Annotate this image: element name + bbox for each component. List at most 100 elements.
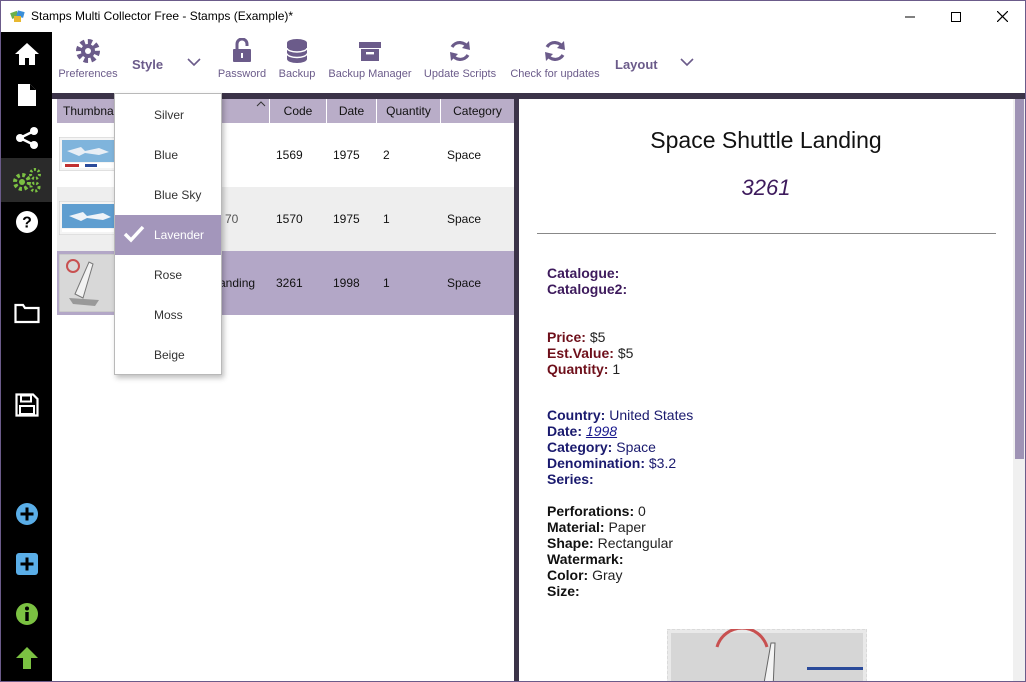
country-value: United States bbox=[609, 407, 694, 423]
series-field: Series: bbox=[547, 471, 594, 487]
style-option-lavender[interactable]: Lavender bbox=[115, 215, 221, 255]
shape-label: Shape: bbox=[547, 535, 594, 551]
style-option-blue[interactable]: Blue bbox=[115, 135, 221, 175]
cell-category: Space bbox=[447, 276, 482, 290]
cell-code: 1569 bbox=[276, 148, 303, 162]
archive-box-icon bbox=[359, 42, 381, 61]
detail-title: Space Shuttle Landing bbox=[650, 127, 882, 153]
new-document-button[interactable] bbox=[1, 73, 52, 117]
share-button[interactable] bbox=[1, 116, 52, 160]
stamp-thumbnail bbox=[59, 201, 117, 235]
category-value: Space bbox=[616, 439, 656, 455]
cell-date: 1998 bbox=[333, 276, 360, 290]
cell-quantity: 1 bbox=[383, 212, 390, 226]
maximize-button[interactable] bbox=[933, 1, 979, 32]
perforations-label: Perforations: bbox=[547, 503, 635, 519]
save-button[interactable] bbox=[1, 383, 52, 427]
unlock-icon bbox=[233, 38, 251, 62]
style-option-beige[interactable]: Beige bbox=[115, 335, 221, 375]
move-up-button[interactable] bbox=[1, 636, 52, 680]
column-header-date[interactable]: Date bbox=[327, 99, 377, 123]
refresh-icon bbox=[450, 41, 470, 61]
style-option-blue-sky[interactable]: Blue Sky bbox=[115, 175, 221, 215]
material-value: Paper bbox=[608, 519, 646, 535]
scrollbar-thumb[interactable] bbox=[1015, 99, 1024, 459]
chevron-down-icon[interactable] bbox=[187, 57, 201, 67]
category-label: Category: bbox=[547, 439, 613, 455]
column-header-quantity[interactable]: Quantity bbox=[377, 99, 441, 123]
column-header-category[interactable]: Category bbox=[441, 99, 514, 123]
est-value-value: $5 bbox=[617, 345, 634, 361]
style-dropdown[interactable]: Style bbox=[132, 57, 163, 72]
toolbar: Preferences Style Password Backup Backup… bbox=[52, 32, 1025, 93]
detail-scrollbar[interactable] bbox=[1013, 99, 1025, 681]
maximize-icon bbox=[951, 11, 961, 22]
size-label: Size: bbox=[547, 583, 580, 599]
quantity-label: Quantity: bbox=[547, 361, 609, 377]
backup-manager-button[interactable]: Backup Manager bbox=[328, 36, 412, 86]
add-square-icon bbox=[15, 553, 38, 575]
cell-date: 1975 bbox=[333, 148, 360, 162]
style-menu: Silver Blue Blue Sky Lavender Rose Moss … bbox=[114, 93, 222, 375]
password-button[interactable]: Password bbox=[216, 36, 268, 86]
style-option-silver[interactable]: Silver bbox=[115, 95, 221, 135]
update-scripts-button[interactable]: Update Scripts bbox=[422, 36, 498, 86]
update-scripts-label: Update Scripts bbox=[423, 68, 497, 80]
preferences-label: Preferences bbox=[58, 68, 118, 80]
catalogue-label: Catalogue: bbox=[547, 265, 620, 281]
style-option-rose[interactable]: Rose bbox=[115, 255, 221, 295]
detail-panel: Space Shuttle Landing 3261 Catalogue: Ca… bbox=[519, 99, 1013, 681]
save-icon bbox=[14, 393, 39, 417]
detail-divider bbox=[537, 233, 996, 234]
settings-button[interactable] bbox=[1, 158, 52, 202]
color-value: Gray bbox=[592, 567, 623, 583]
folder-icon bbox=[13, 303, 40, 324]
cell-code: 1570 bbox=[276, 212, 303, 226]
home-button[interactable] bbox=[1, 32, 52, 76]
sort-ascending-icon bbox=[256, 101, 266, 107]
gear-icon bbox=[76, 39, 100, 63]
layout-dropdown[interactable]: Layout bbox=[615, 57, 658, 72]
add-collection-button[interactable] bbox=[1, 542, 52, 586]
check-updates-button[interactable]: Check for updates bbox=[508, 36, 602, 86]
shape-value: Rectangular bbox=[597, 535, 674, 551]
perforations-field: Perforations: 0 bbox=[547, 503, 646, 519]
minimize-button[interactable] bbox=[887, 1, 933, 32]
date-link[interactable]: 1998 bbox=[586, 423, 617, 439]
watermark-label: Watermark: bbox=[547, 551, 624, 567]
detail-code: 3261 bbox=[741, 175, 791, 200]
open-folder-button[interactable] bbox=[1, 291, 52, 335]
info-button[interactable] bbox=[1, 592, 52, 636]
add-item-button[interactable] bbox=[1, 492, 52, 536]
date-field: Date: 1998 bbox=[547, 423, 617, 439]
watermark-field: Watermark: bbox=[547, 551, 624, 567]
quantity-value: 1 bbox=[612, 361, 621, 377]
material-field: Material: Paper bbox=[547, 519, 646, 535]
style-option-label: Lavender bbox=[154, 228, 205, 242]
chevron-down-icon[interactable] bbox=[680, 57, 694, 67]
color-field: Color: Gray bbox=[547, 567, 622, 583]
app-logo-icon bbox=[10, 10, 25, 22]
denomination-value: $3.2 bbox=[648, 455, 677, 471]
preferences-button[interactable]: Preferences bbox=[58, 36, 118, 86]
cell-quantity: 1 bbox=[383, 276, 390, 290]
cell-category: Space bbox=[447, 212, 482, 226]
app-window: Stamps Multi Collector Free - Stamps (Ex… bbox=[0, 0, 1026, 682]
shape-field: Shape: Rectangular bbox=[547, 535, 673, 551]
settings-icon bbox=[12, 168, 41, 193]
style-option-moss[interactable]: Moss bbox=[115, 295, 221, 335]
catalogue-field: Catalogue: bbox=[547, 265, 619, 281]
password-label: Password bbox=[217, 68, 267, 80]
help-button[interactable]: ? bbox=[1, 200, 52, 244]
close-button[interactable] bbox=[979, 1, 1025, 32]
checkmark-icon bbox=[123, 225, 145, 243]
est-value-label: Est.Value: bbox=[547, 345, 614, 361]
country-field: Country: United States bbox=[547, 407, 693, 423]
share-icon bbox=[15, 127, 38, 149]
title-bar: Stamps Multi Collector Free - Stamps (Ex… bbox=[1, 1, 1025, 32]
backup-button[interactable]: Backup bbox=[276, 36, 318, 86]
column-header-code[interactable]: Code bbox=[270, 99, 327, 123]
refresh-icon bbox=[545, 41, 565, 61]
denomination-field: Denomination: $3.2 bbox=[547, 455, 676, 471]
catalogue2-field: Catalogue2: bbox=[547, 281, 627, 297]
